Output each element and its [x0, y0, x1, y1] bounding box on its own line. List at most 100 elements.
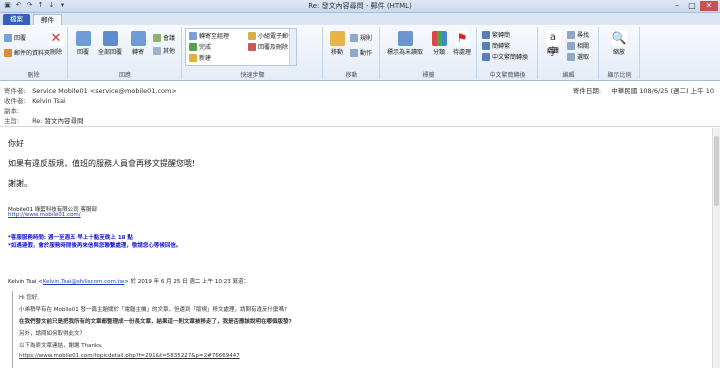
categorize-icon [431, 31, 447, 46]
translate-icon: a字 [545, 30, 561, 58]
rules-button[interactable]: 規則 [350, 33, 372, 42]
service-hours-text: *客服服務時間: 週一至週五 早上十點至晚上 18 點 [8, 235, 133, 241]
from-value[interactable]: Service Mobile01 <service@mobile01.com> [32, 87, 177, 95]
mark-unread-icon [397, 31, 413, 46]
group-label-zoom: 顯示比例 [607, 72, 632, 79]
followup-label: 待處理 [452, 49, 471, 56]
related-label: 相關 [577, 43, 590, 50]
group-tags: 標示為未讀取 分類 ⚑ 待處理 標籤 [381, 27, 477, 79]
find-label: 尋找 [577, 32, 590, 39]
related-icon [567, 41, 575, 50]
related-button[interactable]: 相關 [567, 41, 589, 50]
flag-icon: ⚑ [454, 31, 470, 46]
group-label-tags: 標籤 [422, 72, 435, 79]
mark-unread-button[interactable]: 標示為未讀取 [385, 31, 425, 56]
zoom-button[interactable]: 🔍 縮放 [606, 31, 632, 56]
junk-icon [4, 48, 12, 57]
meeting-icon [153, 33, 161, 42]
quote-link[interactable]: https://www.mobile01.com/topicdetail.php… [19, 353, 240, 359]
categorize-label: 分類 [432, 49, 445, 56]
ignore-button[interactable]: 回覆 [4, 33, 26, 42]
translate-button[interactable]: a字 翻譯 [542, 30, 564, 58]
thanks-text: 謝謝。 [8, 179, 32, 188]
quoted-message: Hi 您好, 小弟稍早有在 Mobile01 發一篇主題關於「電腦主機」的文章，… [12, 291, 720, 368]
quote-date: > 於 2019 年 6 月 25 日 週二 上午 10:23 寫道： [124, 279, 249, 285]
rules-icon [350, 33, 358, 42]
qs-item-done[interactable]: 完成 [189, 42, 211, 51]
maximize-button[interactable]: □ [685, 1, 699, 11]
group-label-move: 移動 [345, 72, 358, 79]
qs-item-new[interactable]: 新建 [189, 53, 211, 62]
move-button[interactable]: 移動 [327, 31, 347, 56]
cc-row: 副本: [4, 105, 30, 115]
actions-label: 動作 [360, 50, 373, 57]
group-move: 移動 規則 動作 移動 [324, 27, 380, 79]
reply-button[interactable]: 回覆 [72, 31, 94, 56]
service-note-text: *如遇連假，會於服務時間後再來信與您聯繫處理，敬請您心等候回信。 [8, 243, 182, 249]
actions-button[interactable]: 動作 [350, 48, 372, 57]
select-button[interactable]: 選取 [567, 52, 589, 61]
group-label-editing: 編輯 [562, 72, 575, 79]
binoculars-icon [567, 30, 575, 39]
subject-row: 主旨: Re: 發文內容尋問 [4, 115, 84, 125]
greeting-text: 你好 [8, 139, 24, 148]
message-body: 你好 如果有違反版規，值班的服務人員會再移文提醒您哦! 謝謝。 Mobile01… [0, 128, 720, 368]
qs-item-forward-manager[interactable]: 轉寄至經理 [189, 31, 229, 40]
reply-all-button[interactable]: 全部回覆 [95, 31, 125, 56]
subject-label: 主旨: [4, 117, 20, 125]
reply-label: 回覆 [76, 49, 89, 56]
minimize-button[interactable]: – [670, 1, 684, 11]
simp-to-trad-button[interactable]: 簡轉繁 [482, 41, 510, 50]
qs-label: 新建 [199, 55, 212, 62]
quote-email-link[interactable]: Kelvin.Tsai@shiliscom.com.tw [43, 279, 124, 285]
trad-to-simp-button[interactable]: 繁轉簡 [482, 30, 510, 39]
tab-file[interactable]: 檔案 [3, 14, 30, 25]
delete-label: 刪除 [49, 49, 62, 56]
followup-button[interactable]: ⚑ 待處理 [451, 31, 473, 56]
meeting-button[interactable]: 會議 [153, 33, 175, 42]
chinese-convert-icon [482, 52, 490, 61]
move-label: 移動 [330, 49, 343, 56]
ignore-label: 回覆 [14, 35, 27, 42]
quick-steps-scroll[interactable] [289, 29, 296, 65]
to-value[interactable]: Kelvin Tsai [32, 97, 66, 105]
group-label-respond: 回應 [118, 72, 131, 79]
junk-button[interactable]: 郵件的資料夾 [4, 48, 50, 57]
quote-line: 小弟稍早有在 Mobile01 發一篇主題關於「電腦主機」的文章，但遭到「版規」… [19, 307, 287, 313]
qs-item-team-email[interactable]: 小組電子郵件 [248, 31, 294, 40]
qs-item-reply-delete[interactable]: 回覆及刪除 [248, 42, 288, 51]
sent-date: 寄件日期: 中華民國 108/6/25 (週二) 上午 10 [573, 85, 714, 95]
select-icon [567, 52, 575, 61]
qs-label: 回覆及刪除 [258, 44, 289, 51]
scrollbar-thumb[interactable] [714, 136, 719, 206]
signature-link[interactable]: http://www.mobile01.com/ [8, 212, 81, 218]
group-delete: 回覆 郵件的資料夾 ✕ 刪除 刪除 [0, 27, 68, 79]
categorize-button[interactable]: 分類 [429, 31, 449, 56]
ribbon-tabs: 檔案 郵件 [0, 13, 720, 25]
sent-label: 寄件日期: [572, 87, 602, 95]
more-button[interactable]: 其他 [153, 46, 175, 55]
more-icon [153, 46, 161, 55]
body-scrollbar[interactable] [712, 128, 720, 368]
trad-to-simp-label: 繁轉簡 [492, 32, 511, 39]
ribbon: 回覆 郵件的資料夾 ✕ 刪除 刪除 回覆 全部回覆 轉寄 會議 其他 回應 轉寄… [0, 25, 720, 81]
simp-to-trad-label: 簡轉繁 [492, 43, 511, 50]
delete-button[interactable]: ✕ 刪除 [46, 31, 66, 56]
forward-button[interactable]: 轉寄 [127, 31, 149, 56]
chinese-convert-button[interactable]: 中文繁簡轉換 [482, 52, 528, 61]
junk-label: 郵件的資料夾 [14, 50, 51, 57]
group-zoom: 🔍 縮放 顯示比例 [600, 27, 640, 79]
find-button[interactable]: 尋找 [567, 30, 589, 39]
window-title: Re: 發文內容尋問 - 郵件 (HTML) [308, 2, 412, 10]
forward-manager-icon [189, 31, 197, 40]
close-button[interactable]: ✕ [700, 1, 718, 11]
group-label-delete: 刪除 [27, 72, 40, 79]
from-row: 寄件者: Service Mobile01 <service@mobile01.… [4, 85, 177, 95]
forward-label: 轉寄 [131, 49, 144, 56]
group-chinese-conversion: 繁轉簡 簡轉繁 中文繁簡轉換 中文繁簡轉換 [478, 27, 538, 79]
new-quick-step-icon [189, 53, 197, 62]
reply-all-label: 全部回覆 [97, 49, 122, 56]
group-label-chinese-conversion: 中文繁簡轉換 [489, 72, 526, 79]
tab-home[interactable]: 郵件 [33, 14, 62, 25]
move-icon [329, 31, 345, 46]
